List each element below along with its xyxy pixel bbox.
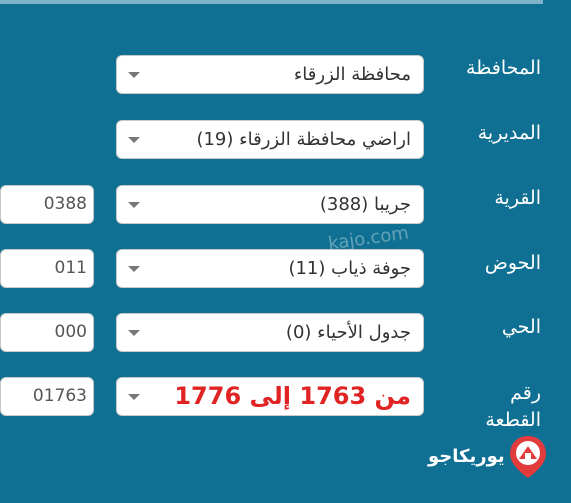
village-select[interactable]: جريبا (388)	[116, 185, 424, 224]
chevron-down-icon	[128, 137, 140, 143]
plot-code-field[interactable]: 01763	[0, 377, 94, 416]
chevron-down-icon	[128, 266, 140, 272]
plot-select[interactable]: من 1763 إلى 1776	[116, 377, 424, 416]
neighborhood-label: الحي	[501, 316, 541, 338]
map-pin-icon	[510, 436, 546, 478]
directorate-value: اراضي محافظة الزرقاء (19)	[196, 129, 411, 150]
governorate-label: المحافظة	[466, 57, 541, 79]
village-code-field[interactable]: 0388	[0, 185, 94, 224]
neighborhood-code-field[interactable]: 000	[0, 313, 94, 352]
chevron-down-icon	[128, 72, 140, 78]
brand-name: يوريكاجو	[428, 446, 505, 467]
plot-range-value: من 1763 إلى 1776	[174, 382, 411, 410]
directorate-select[interactable]: اراضي محافظة الزرقاء (19)	[116, 120, 424, 159]
basin-select[interactable]: جوفة ذياب (11)	[116, 249, 424, 288]
village-label: القرية	[494, 187, 541, 209]
chevron-down-icon	[128, 202, 140, 208]
chevron-down-icon	[128, 394, 140, 400]
basin-label: الحوض	[484, 252, 541, 274]
brand-logo: يوريكاجو	[428, 434, 552, 482]
directorate-label: المديرية	[477, 122, 541, 144]
village-value: جريبا (388)	[319, 194, 411, 215]
basin-value: جوفة ذياب (11)	[288, 258, 411, 279]
basin-code-field[interactable]: 011	[0, 249, 94, 288]
governorate-value: محافظة الزرقاء	[293, 64, 411, 85]
chevron-down-icon	[128, 330, 140, 336]
neighborhood-select[interactable]: جدول الأحياء (0)	[116, 313, 424, 352]
plot-label: رقم القطعة	[441, 380, 541, 434]
plot-label-line2: القطعة	[485, 409, 541, 431]
plot-label-line1: رقم	[510, 382, 541, 404]
governorate-select[interactable]: محافظة الزرقاء	[116, 55, 424, 94]
neighborhood-value: جدول الأحياء (0)	[285, 322, 411, 343]
top-divider	[0, 0, 543, 4]
